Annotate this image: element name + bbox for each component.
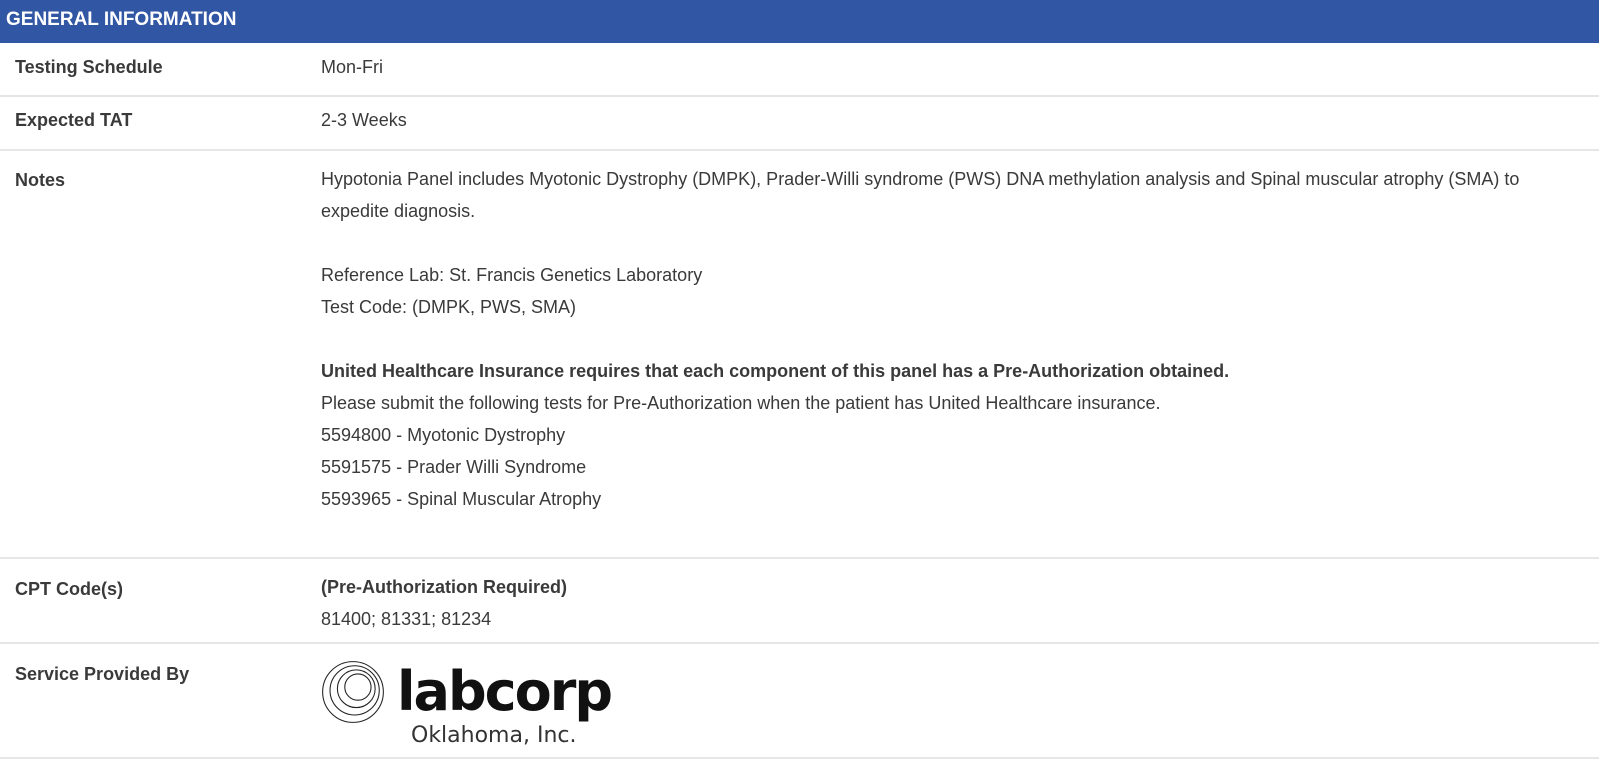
labcorp-wordmark: labcorp	[397, 660, 613, 723]
notes-test-code: Test Code: (DMPK, PWS, SMA)	[321, 297, 577, 317]
notes-reference-lab: Reference Lab: St. Francis Genetics Labo…	[321, 265, 703, 285]
notes-test-item: 5594800 - Myotonic Dystrophy	[321, 425, 566, 445]
testing-schedule-value: Mon-Fri	[321, 57, 383, 77]
section-header: GENERAL INFORMATION	[0, 0, 1599, 43]
service-provider-value: labcorp Oklahoma, Inc.	[321, 644, 1599, 757]
labcorp-circles-icon	[322, 661, 384, 723]
row-testing-schedule: Testing Schedule Mon-Fri	[0, 43, 1599, 97]
notes-value: Hypotonia Panel includes Myotonic Dystro…	[321, 151, 1599, 557]
notes-insurance-instructions: Please submit the following tests for Pr…	[321, 393, 1161, 413]
cpt-codes-value: (Pre-Authorization Required) 81400; 8133…	[321, 559, 1599, 642]
labcorp-subtitle: Oklahoma, Inc.	[411, 723, 577, 748]
notes-intro: Hypotonia Panel includes Myotonic Dystro…	[321, 169, 1520, 221]
labcorp-logo: labcorp Oklahoma, Inc.	[321, 653, 613, 749]
notes-insurance-warning: United Healthcare Insurance requires tha…	[321, 361, 1230, 381]
row-expected-tat: Expected TAT 2-3 Weeks	[0, 97, 1599, 151]
testing-schedule-label: Testing Schedule	[15, 57, 163, 77]
expected-tat-label: Expected TAT	[15, 110, 133, 130]
notes-test-item: 5591575 - Prader Willi Syndrome	[321, 457, 587, 477]
section-title: GENERAL INFORMATION	[6, 9, 237, 30]
notes-label: Notes	[15, 170, 66, 190]
service-provider-label: Service Provided By	[15, 664, 190, 684]
cpt-codes-label: CPT Code(s)	[15, 579, 123, 599]
cpt-preauth-note: (Pre-Authorization Required)	[321, 577, 567, 597]
cpt-codes-list: 81400; 81331; 81234	[321, 609, 492, 629]
row-service-provider: Service Provided By labcorp Oklahoma, In…	[0, 644, 1599, 759]
row-cpt-codes: CPT Code(s) (Pre-Authorization Required)…	[0, 559, 1599, 644]
expected-tat-value: 2-3 Weeks	[321, 110, 407, 130]
notes-test-item: 5593965 - Spinal Muscular Atrophy	[321, 489, 602, 509]
row-notes: Notes Hypotonia Panel includes Myotonic …	[0, 151, 1599, 559]
